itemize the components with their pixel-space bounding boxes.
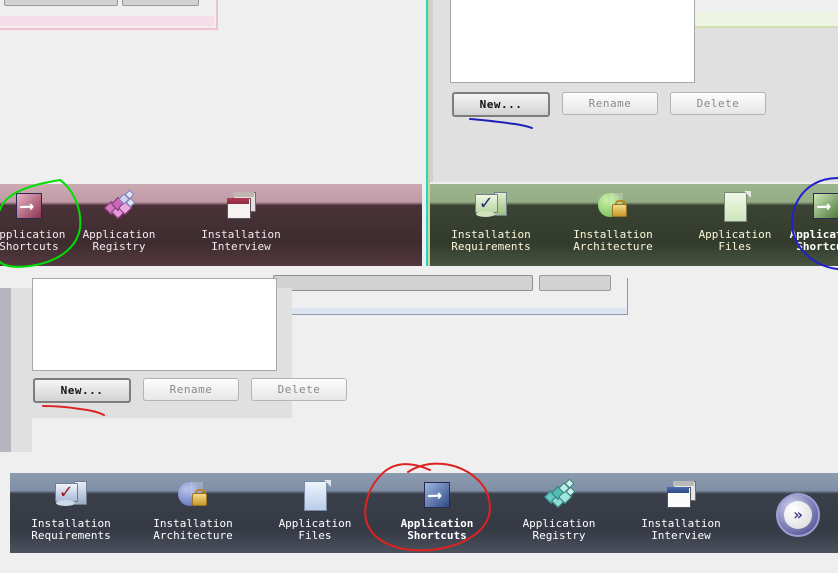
- registry-blocks-icon: [542, 478, 576, 513]
- toolbar-blue-item-3-label: Application Shortcuts: [400, 517, 474, 542]
- monitor-check-icon: ✓: [474, 190, 508, 224]
- toolbar-blue-item-0[interactable]: ✓ Installation Requirements: [10, 473, 132, 542]
- registry-blocks-icon: [102, 189, 136, 224]
- toolbar-blue-item-1[interactable]: Installation Architecture: [132, 473, 254, 542]
- shortcut-arrow-icon: ⟶: [420, 479, 454, 513]
- chevron-double-right-icon: »: [793, 505, 803, 524]
- toolbar-blue-item-4-label: Application Registry: [522, 517, 596, 542]
- toolbar-green-item-1[interactable]: Installation Architecture: [552, 184, 674, 253]
- pie-lock-icon: [176, 479, 210, 513]
- document-icon: [298, 479, 332, 513]
- toolbar-pink-item-0[interactable]: ⟶ Application Shortcuts: [0, 184, 65, 253]
- pie-lock-icon: [596, 190, 630, 224]
- left-side-strip-inner: [11, 288, 32, 466]
- top-right-button-row: New... Rename Delete: [452, 92, 766, 117]
- top-right-listbox[interactable]: [450, 0, 695, 83]
- toolbar-green[interactable]: ✓ Installation Requirements Installation…: [430, 184, 838, 266]
- new-button[interactable]: New...: [452, 92, 550, 117]
- bottom-left-button-row: New... Rename Delete: [33, 378, 347, 403]
- toolbar-green-item-0[interactable]: ✓ Installation Requirements: [430, 184, 552, 253]
- toolbar-blue-item-4[interactable]: Application Registry: [498, 473, 620, 542]
- toolbar-green-item-2[interactable]: Application Files: [674, 184, 796, 253]
- middle-inset-textfield[interactable]: [273, 275, 533, 291]
- monitor-check-icon: ✓: [54, 479, 88, 513]
- toolbar-green-item-1-label: Installation Architecture: [573, 228, 653, 253]
- shortcut-arrow-icon: ⟶: [809, 190, 838, 224]
- toolbar-green-item-0-label: Installation Requirements: [451, 228, 531, 253]
- top-right-dialog-left-edge: [430, 0, 433, 182]
- rename-button-2[interactable]: Rename: [143, 378, 239, 401]
- new-button-2[interactable]: New...: [33, 378, 131, 403]
- toolbar-blue-item-1-label: Installation Architecture: [153, 517, 233, 542]
- shortcut-arrow-icon: ⟶: [12, 190, 46, 224]
- toolbar-pink-item-1-label: Application Registry: [82, 228, 156, 253]
- rename-button[interactable]: Rename: [562, 92, 658, 115]
- left-side-strip: [0, 288, 11, 466]
- toolbar-green-item-3-label: Application Shortcuts: [789, 228, 838, 253]
- bottom-left-listbox[interactable]: [32, 278, 277, 371]
- toolbar-pink-item-1[interactable]: Application Registry: [58, 184, 180, 253]
- middle-inset-button[interactable]: [539, 275, 611, 291]
- bottom-left-dialog: New... Rename Delete: [32, 278, 347, 418]
- windows-icon: [224, 190, 258, 224]
- toolbar-blue-item-2[interactable]: Application Files: [254, 473, 376, 542]
- toolbar-blue-item-5[interactable]: Installation Interview: [620, 473, 742, 542]
- delete-button[interactable]: Delete: [670, 92, 766, 115]
- toolbar-green-item-3[interactable]: ⟶ Application Shortcuts: [790, 184, 838, 253]
- top-left-panel: [0, 0, 218, 30]
- toolbar-pink-item-0-label: Application Shortcuts: [0, 228, 66, 253]
- top-left-button-1[interactable]: [4, 0, 118, 6]
- delete-button-2[interactable]: Delete: [251, 378, 347, 401]
- toolbar-pink-item-2[interactable]: Installation Interview: [180, 184, 302, 253]
- windows-icon: [664, 479, 698, 513]
- top-left-pink-band: [0, 16, 214, 26]
- document-icon: [718, 190, 752, 224]
- top-right-dialog: New... Rename Delete: [430, 0, 838, 182]
- toolbar-blue-item-5-label: Installation Interview: [641, 517, 721, 542]
- toolbar-green-item-2-label: Application Files: [698, 228, 772, 253]
- toolbar-blue[interactable]: ✓ Installation Requirements Installation…: [10, 473, 838, 553]
- toolbar-blue-next-button[interactable]: »: [776, 493, 820, 537]
- top-left-button-2[interactable]: [122, 0, 199, 6]
- toolbar-pink-item-2-label: Installation Interview: [201, 228, 281, 253]
- toolbar-blue-item-3[interactable]: ⟶ Application Shortcuts: [376, 473, 498, 542]
- toolbar-blue-item-2-label: Application Files: [278, 517, 352, 542]
- toolbar-pink[interactable]: ⟶ Application Shortcuts Application Regi…: [0, 184, 422, 266]
- toolbar-blue-item-0-label: Installation Requirements: [31, 517, 111, 542]
